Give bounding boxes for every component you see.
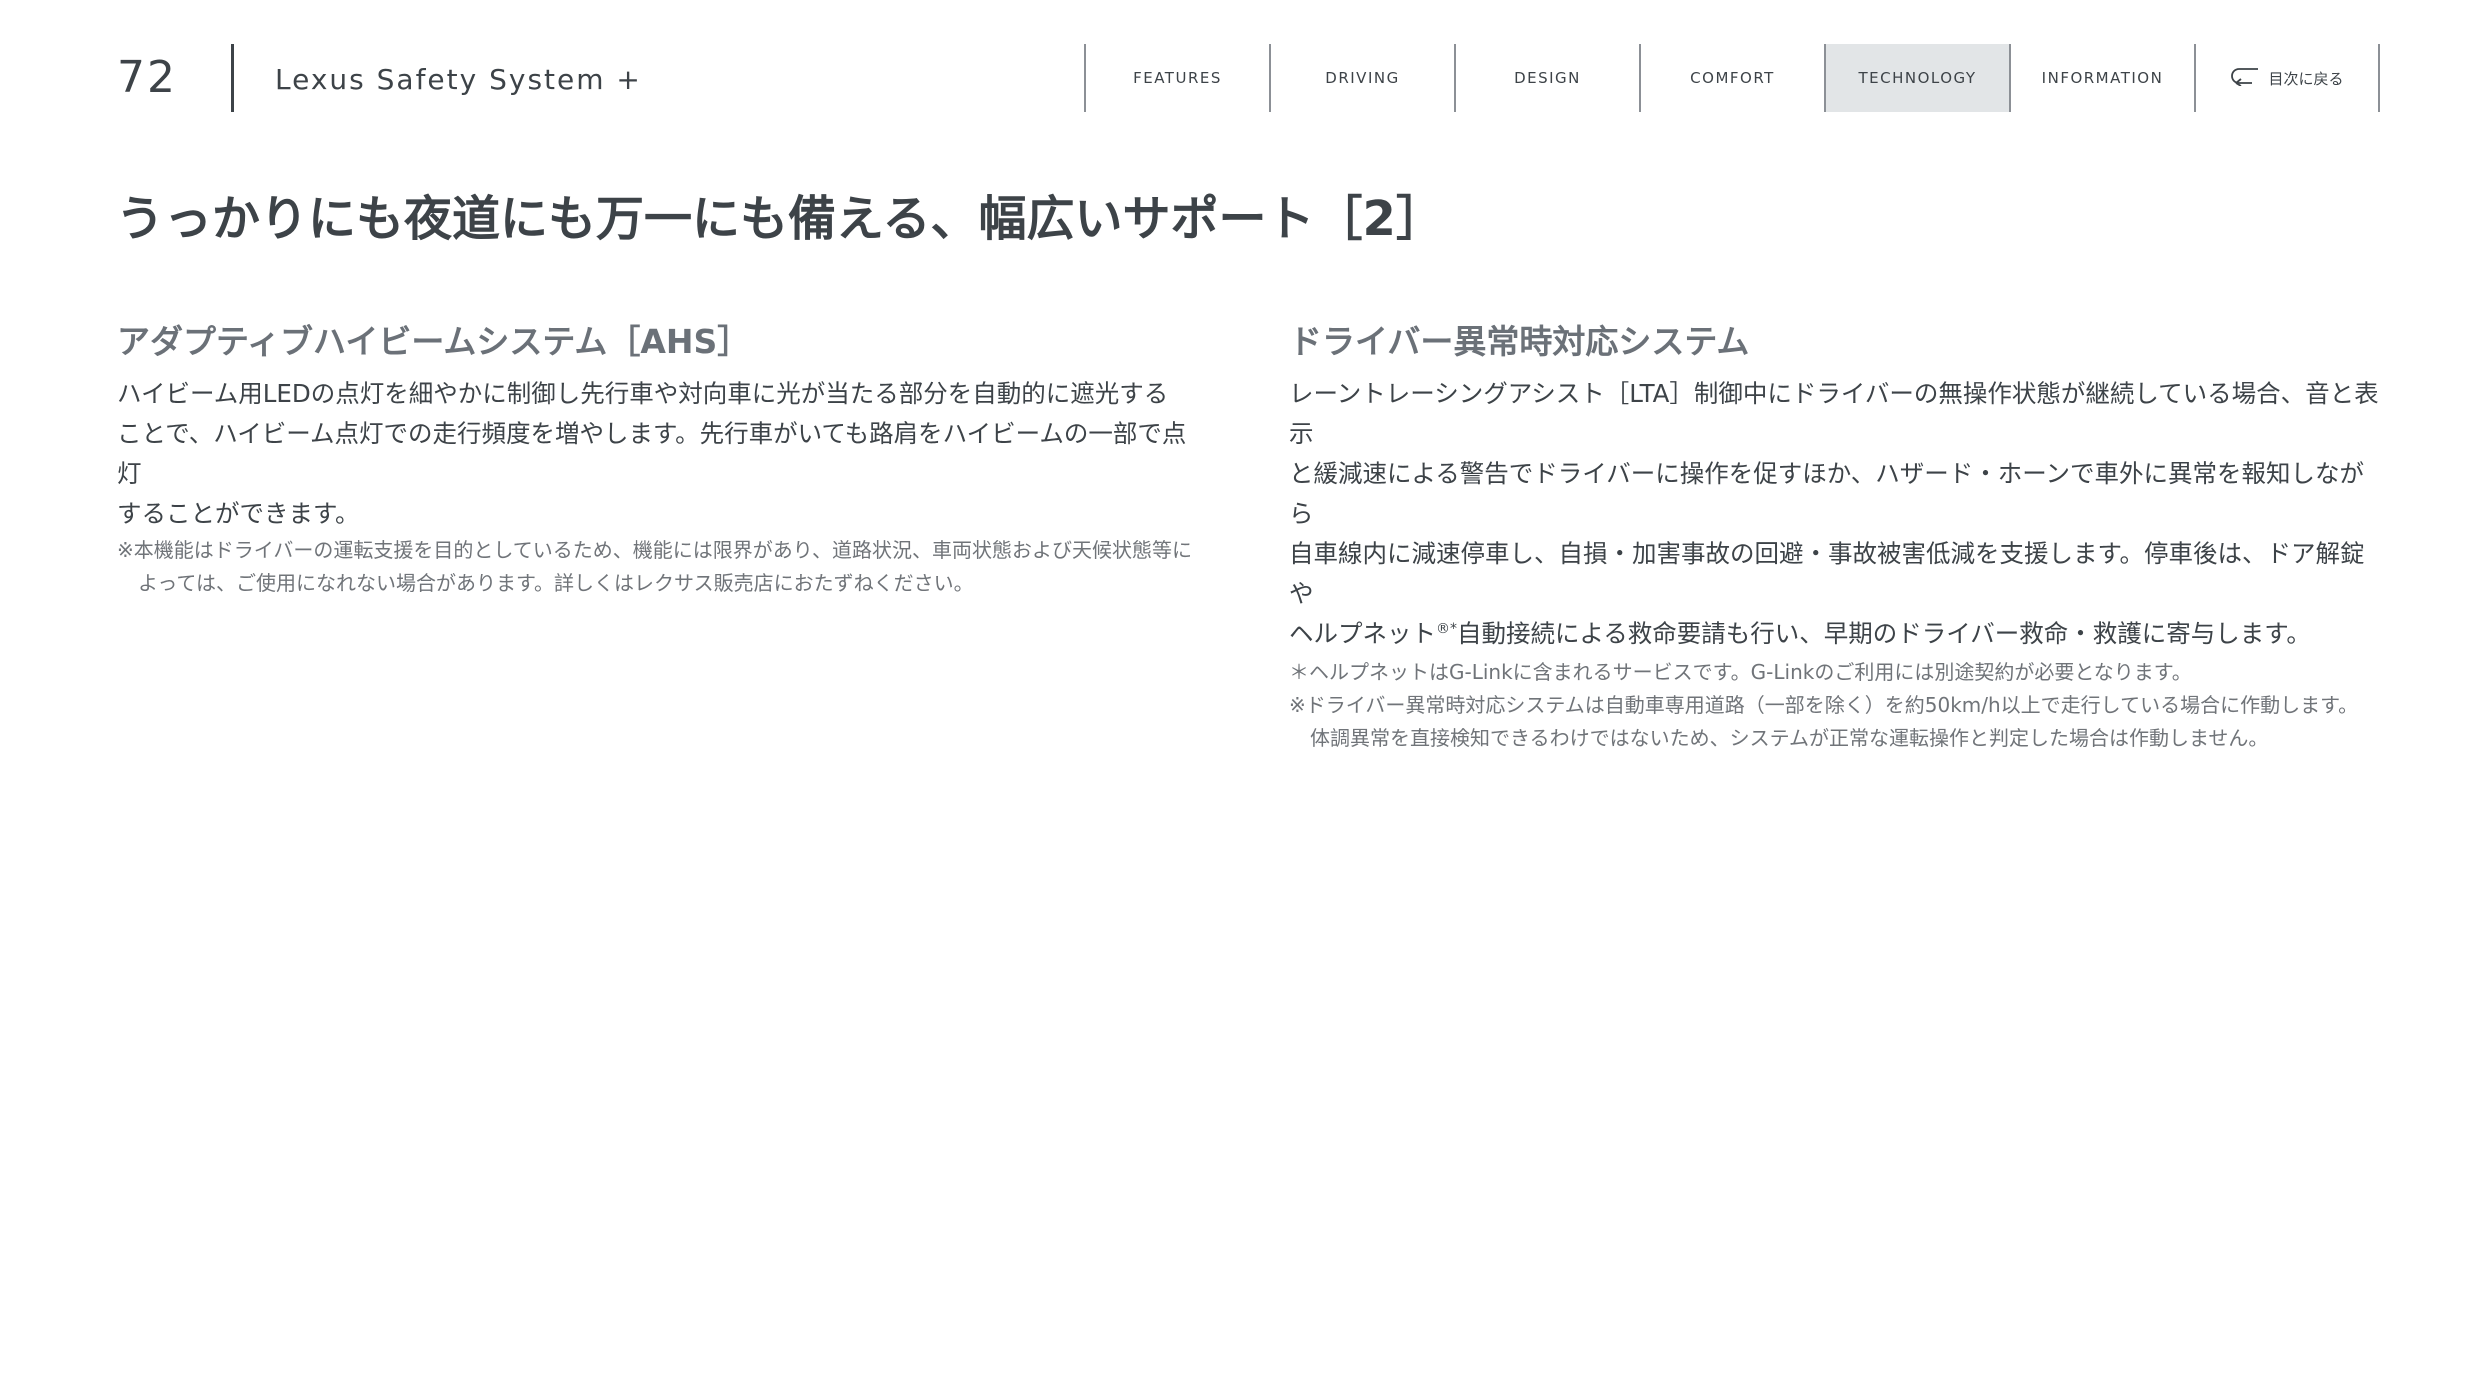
ahs-note: ※本機能はドライバーの運転支援を目的としているため、機能には限界があり、道路状況…	[117, 534, 1207, 600]
driver-emergency-note: ※ドライバー異常時対応システムは自動車専用道路（一部を除く）を約50km/h以上…	[1289, 693, 2359, 717]
top-nav: FEATURES DRIVING DESIGN COMFORT TECHNOLO…	[1084, 44, 2380, 112]
back-to-contents-button[interactable]: 目次に戻る	[2196, 44, 2380, 112]
header-divider	[231, 44, 234, 112]
driver-emergency-description-line: レーントレーシングアシスト［LTA］制御中にドライバーの無操作状態が継続している…	[1289, 379, 2379, 448]
driver-emergency-section: ドライバー異常時対応システム レーントレーシングアシスト［LTA］制御中にドライ…	[1289, 316, 2379, 755]
back-label: 目次に戻る	[2268, 69, 2344, 88]
page-number: 72	[117, 52, 177, 103]
page-title: うっかりにも夜道にも万一にも備える、幅広いサポート［2］	[116, 191, 1444, 247]
ahs-note-line: ※本機能はドライバーの運転支援を目的としているため、機能には限界があり、道路状況…	[117, 538, 1192, 562]
tab-driving[interactable]: DRIVING	[1271, 44, 1456, 112]
section-name: Lexus Safety System +	[275, 63, 642, 96]
ahs-description-line: ことで、ハイビーム点灯での走行頻度を増やします。先行車がいても路肩をハイビームの…	[117, 419, 1187, 488]
driver-emergency-description-line: ヘルプネット	[1289, 619, 1436, 648]
ahs-description: ハイビーム用LEDの点灯を細やかに制御し先行車や対向車に光が当たる部分を自動的に…	[117, 374, 1207, 534]
ahs-description-line: することができます。	[117, 499, 360, 528]
tab-information[interactable]: INFORMATION	[2011, 44, 2196, 112]
driver-emergency-description-line: 自車線内に減速停車し、自損・加害事故の回避・事故被害低減を支援します。停車後は、…	[1289, 539, 2365, 608]
driver-emergency-heading: ドライバー異常時対応システム	[1289, 322, 1750, 361]
tab-features[interactable]: FEATURES	[1086, 44, 1271, 112]
driver-emergency-description: レーントレーシングアシスト［LTA］制御中にドライバーの無操作状態が継続している…	[1289, 374, 2379, 654]
tab-comfort[interactable]: COMFORT	[1641, 44, 1826, 112]
ahs-note-line: よっては、ご使用になれない場合があります。詳しくはレクサス販売店におたずねくださ…	[138, 571, 974, 595]
tab-design[interactable]: DESIGN	[1456, 44, 1641, 112]
ahs-section: アダプティブハイビームシステム［AHS］ ハイビーム用LEDの点灯を細やかに制御…	[117, 316, 1207, 600]
return-arrow-icon	[2230, 66, 2260, 90]
driver-emergency-notes: ＊ヘルプネットはG-Linkに含まれるサービスです。G-Linkのご利用には別途…	[1289, 656, 2379, 755]
driver-emergency-note: 体調異常を直接検知できるわけではないため、システムが正常な運転操作と判定した場合…	[1310, 726, 2269, 750]
tab-technology[interactable]: TECHNOLOGY	[1826, 44, 2011, 112]
driver-emergency-note: ＊ヘルプネットはG-Linkに含まれるサービスです。G-Linkのご利用には別途…	[1289, 660, 2192, 684]
driver-emergency-description-line: と緩減速による警告でドライバーに操作を促すほか、ハザード・ホーンで車外に異常を報…	[1289, 459, 2365, 528]
ahs-heading: アダプティブハイビームシステム［AHS］	[117, 322, 751, 361]
driver-emergency-description-line: 自動接続による救命要請も行い、早期のドライバー救命・救護に寄与します。	[1457, 619, 2311, 648]
registered-mark: ®*	[1436, 620, 1457, 637]
ahs-description-line: ハイビーム用LEDの点灯を細やかに制御し先行車や対向車に光が当たる部分を自動的に…	[117, 379, 1169, 408]
